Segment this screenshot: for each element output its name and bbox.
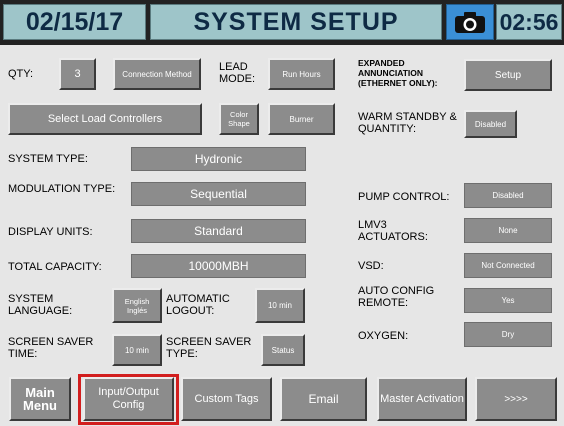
modulation-type-label: MODULATION TYPE:	[8, 183, 116, 195]
time-display: 02:56	[496, 4, 562, 40]
display-units-label: DISPLAY UNITS:	[8, 226, 93, 238]
master-activation-button[interactable]: Master Activation	[377, 377, 467, 421]
screen-saver-time-label: SCREEN SAVER TIME:	[8, 336, 94, 360]
lead-mode-label: LEAD MODE:	[219, 61, 256, 85]
lmv3-actuators-label: LMV3 ACTUATORS:	[358, 219, 428, 243]
setup-button[interactable]: Setup	[464, 59, 552, 91]
automatic-logout-field[interactable]: 10 min	[255, 288, 305, 323]
total-capacity-field[interactable]: 10000MBH	[131, 254, 306, 278]
screen-saver-type-field[interactable]: Status	[261, 334, 305, 366]
system-language-label: SYSTEM LANGUAGE:	[8, 293, 73, 317]
screen-saver-type-label: SCREEN SAVER TYPE:	[166, 336, 252, 360]
pump-control-label: PUMP CONTROL:	[358, 191, 450, 203]
vsd-field[interactable]: Not Connected	[464, 253, 552, 278]
oxygen-field[interactable]: Dry	[464, 322, 552, 347]
email-button[interactable]: Email	[280, 377, 367, 421]
lmv3-actuators-field[interactable]: None	[464, 218, 552, 243]
system-type-field[interactable]: Hydronic	[131, 147, 306, 171]
warm-standby-label: WARM STANDBY & QUANTITY:	[358, 111, 457, 135]
screen-saver-time-field[interactable]: 10 min	[112, 334, 162, 366]
pump-control-field[interactable]: Disabled	[464, 183, 552, 208]
display-units-field[interactable]: Standard	[131, 219, 306, 243]
auto-config-remote-label: AUTO CONFIG REMOTE:	[358, 285, 435, 309]
system-type-label: SYSTEM TYPE:	[8, 153, 88, 165]
total-capacity-label: TOTAL CAPACITY:	[8, 261, 102, 273]
highlight-box	[78, 374, 179, 425]
connection-method-button[interactable]: Connection Method	[113, 58, 201, 90]
expanded-annunciation-label: EXPANDED ANNUNCIATION (ETHERNET ONLY):	[358, 58, 438, 88]
oxygen-label: OXYGEN:	[358, 330, 409, 342]
modulation-type-field[interactable]: Sequential	[131, 182, 306, 206]
date-display: 02/15/17	[3, 4, 146, 40]
qty-label: QTY:	[8, 68, 34, 80]
camera-icon[interactable]	[446, 4, 494, 40]
vsd-label: VSD:	[358, 260, 384, 272]
automatic-logout-label: AUTOMATIC LOGOUT:	[166, 293, 230, 317]
lead-mode-field[interactable]: Run Hours	[268, 58, 335, 90]
system-setup-screen: 02/15/17 SYSTEM SETUP 02:56 QTY: 3 Conne…	[0, 0, 564, 426]
select-load-controllers-button[interactable]: Select Load Controllers	[8, 103, 202, 135]
header-bar: 02/15/17 SYSTEM SETUP 02:56	[0, 0, 564, 45]
warm-standby-field[interactable]: Disabled	[464, 110, 517, 138]
next-page-button[interactable]: >>>>	[475, 377, 557, 421]
custom-tags-button[interactable]: Custom Tags	[181, 377, 272, 421]
qty-field[interactable]: 3	[59, 58, 96, 90]
main-menu-button[interactable]: Main Menu	[9, 377, 71, 421]
auto-config-remote-field[interactable]: Yes	[464, 288, 552, 313]
system-language-field[interactable]: English Inglés	[112, 288, 162, 323]
burner-button[interactable]: Burner	[268, 103, 335, 135]
page-title: SYSTEM SETUP	[150, 4, 442, 40]
color-shape-button[interactable]: Color Shape	[219, 103, 259, 135]
